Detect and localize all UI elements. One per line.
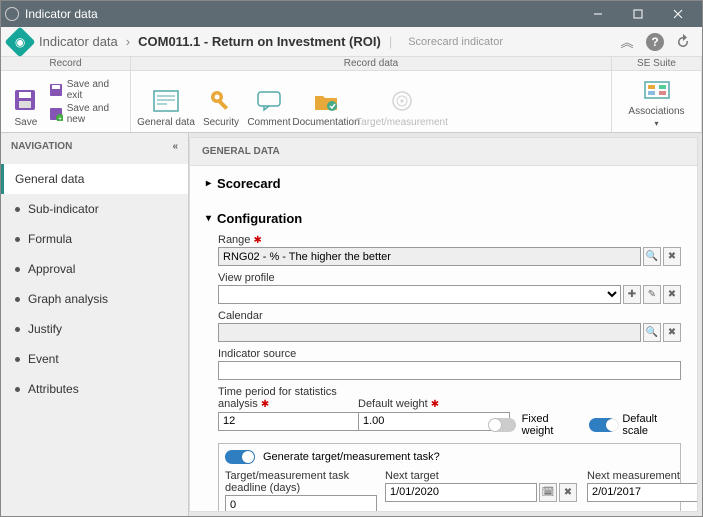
deadline-label: Target/measurement task deadline (days) xyxy=(225,470,375,494)
time-period-label: Time period for statistics analysis ✱ xyxy=(218,386,348,410)
maximize-button[interactable] xyxy=(618,1,658,27)
next-target-clear-button[interactable]: ✖ xyxy=(559,483,577,502)
next-measurement-input[interactable] xyxy=(587,483,698,502)
nav-item-graph-analysis[interactable]: Graph analysis xyxy=(1,284,188,314)
window-title: Indicator data xyxy=(25,7,578,21)
next-target-input[interactable] xyxy=(385,483,537,502)
save-exit-icon xyxy=(49,83,63,97)
svg-text:+: + xyxy=(58,116,62,121)
nav-item-attributes[interactable]: Attributes xyxy=(1,374,188,404)
key-icon xyxy=(207,87,235,115)
indicator-source-label: Indicator source xyxy=(218,348,681,360)
range-clear-button[interactable]: ✖ xyxy=(663,247,681,266)
security-button[interactable]: Security xyxy=(197,73,245,130)
save-icon xyxy=(12,87,40,115)
search-icon: 🔍 xyxy=(646,327,658,338)
default-scale-toggle[interactable] xyxy=(589,418,617,432)
triangle-right-icon: ▸ xyxy=(206,178,211,189)
default-scale-label: Default scale xyxy=(622,413,681,437)
form-icon xyxy=(152,87,180,115)
ribbon-group-se-suite: SE Suite xyxy=(612,57,702,70)
indicator-source-input[interactable] xyxy=(218,361,681,380)
page-title: COM011.1 - Return on Investment (ROI) xyxy=(138,34,381,49)
view-profile-select[interactable] xyxy=(218,285,621,304)
help-icon[interactable]: ? xyxy=(646,33,664,51)
plus-icon: ✚ xyxy=(628,289,636,300)
associations-icon xyxy=(643,76,671,104)
nav-item-event[interactable]: Event xyxy=(1,344,188,374)
save-and-exit-button[interactable]: Save and exit xyxy=(49,79,126,101)
pencil-icon: ✎ xyxy=(648,289,656,300)
generate-task-label: Generate target/measurement task? xyxy=(263,451,440,463)
navigation-header: NAVIGATION xyxy=(11,141,72,152)
generate-task-toggle[interactable] xyxy=(225,450,255,464)
fixed-weight-toggle[interactable] xyxy=(488,418,516,432)
fixed-weight-label: Fixed weight xyxy=(522,413,579,437)
associations-button[interactable]: Associations ▾ xyxy=(626,73,688,130)
breadcrumb-bar: ◉ Indicator data › COM011.1 - Return on … xyxy=(1,27,702,57)
nav-item-sub-indicator[interactable]: Sub-indicator xyxy=(1,194,188,224)
nav-item-approval[interactable]: Approval xyxy=(1,254,188,284)
page-subtitle: Scorecard indicator xyxy=(408,36,503,48)
view-profile-add-button[interactable]: ✚ xyxy=(623,285,641,304)
nav-item-formula[interactable]: Formula xyxy=(1,224,188,254)
next-target-label: Next target xyxy=(385,470,577,482)
ribbon-group-record-data: Record data xyxy=(131,57,612,70)
breadcrumb-root[interactable]: Indicator data xyxy=(39,34,118,49)
calendar-icon: 🗓 xyxy=(542,487,555,498)
clear-icon: ✖ xyxy=(668,289,676,300)
target-icon xyxy=(388,87,416,115)
view-profile-edit-button[interactable]: ✎ xyxy=(643,285,661,304)
calendar-clear-button[interactable]: ✖ xyxy=(663,323,681,342)
next-measurement-label: Next measurement xyxy=(587,470,698,482)
ribbon-group-labels: Record Record data SE Suite xyxy=(1,57,702,71)
save-button[interactable]: Save xyxy=(5,73,47,130)
target-measurement-button: Target/measurement xyxy=(359,73,445,130)
range-label: Range ✱ xyxy=(218,234,681,246)
section-configuration-toggle[interactable]: ▾ Configuration xyxy=(206,207,681,230)
comment-button[interactable]: Comment xyxy=(245,73,293,130)
section-scorecard-toggle[interactable]: ▸ Scorecard xyxy=(206,172,681,195)
range-input[interactable] xyxy=(218,247,641,266)
range-search-button[interactable]: 🔍 xyxy=(643,247,661,266)
content-area[interactable]: GENERAL DATA ▸ Scorecard ▾ Configuration… xyxy=(189,137,698,512)
default-weight-label: Default weight ✱ xyxy=(358,398,468,410)
chevron-down-icon: ▾ xyxy=(654,119,658,128)
ribbon: Save Save and exit + Save and new Genera… xyxy=(1,71,702,133)
deadline-input[interactable] xyxy=(225,495,377,512)
chevron-right-icon: › xyxy=(126,34,130,49)
collapse-nav-icon[interactable]: « xyxy=(172,141,178,152)
calendar-label: Calendar xyxy=(218,310,681,322)
next-target-calendar-button[interactable]: 🗓 xyxy=(539,483,557,502)
app-logo: ◉ xyxy=(4,26,35,57)
comment-icon xyxy=(255,87,283,115)
clear-icon: ✖ xyxy=(668,327,676,338)
calendar-input[interactable] xyxy=(218,323,641,342)
documentation-button[interactable]: Documentation xyxy=(293,73,359,130)
save-and-new-button[interactable]: + Save and new xyxy=(49,103,126,125)
view-profile-clear-button[interactable]: ✖ xyxy=(663,285,681,304)
calendar-search-button[interactable]: 🔍 xyxy=(643,323,661,342)
general-data-button[interactable]: General data xyxy=(135,73,197,130)
view-profile-label: View profile xyxy=(218,272,681,284)
refresh-icon[interactable] xyxy=(672,31,694,53)
clear-icon: ✖ xyxy=(564,487,572,498)
clear-icon: ✖ xyxy=(668,251,676,262)
search-icon: 🔍 xyxy=(646,251,658,262)
ribbon-group-record: Record xyxy=(1,57,131,70)
content-header: GENERAL DATA xyxy=(190,138,697,166)
triangle-down-icon: ▾ xyxy=(206,213,211,224)
save-new-icon: + xyxy=(49,107,63,121)
navigation-panel: NAVIGATION « General data Sub-indicator … xyxy=(1,133,189,516)
time-period-input[interactable] xyxy=(218,412,370,431)
generate-task-box: Generate target/measurement task? Target… xyxy=(218,443,681,513)
minimize-button[interactable] xyxy=(578,1,618,27)
close-button[interactable] xyxy=(658,1,698,27)
app-icon xyxy=(5,7,19,21)
nav-item-general-data[interactable]: General data xyxy=(1,164,188,194)
nav-item-justify[interactable]: Justify xyxy=(1,314,188,344)
window-titlebar: Indicator data xyxy=(1,1,702,27)
collapse-up-icon[interactable]: ︽ xyxy=(616,31,638,53)
folder-icon xyxy=(312,87,340,115)
